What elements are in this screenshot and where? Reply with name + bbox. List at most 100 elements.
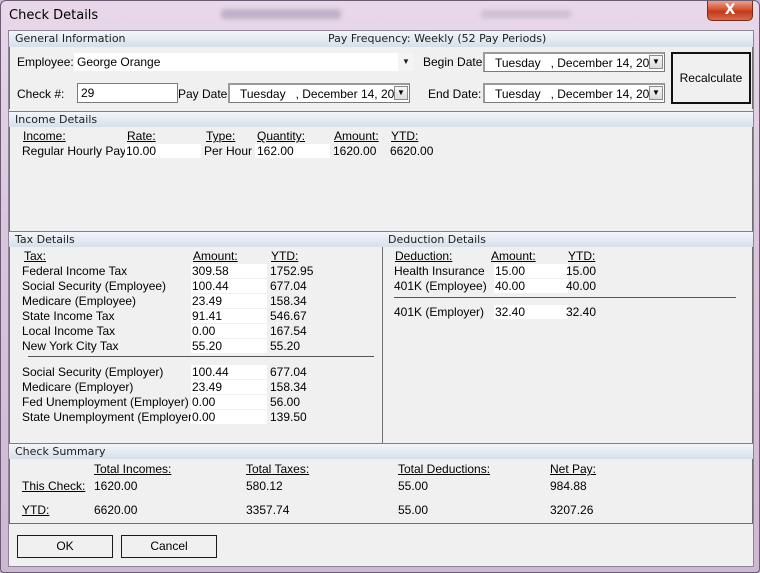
check-summary-header: Check Summary (9, 443, 753, 459)
tax-name: Federal Income Tax (22, 264, 128, 278)
this-check-label: This Check: (22, 479, 86, 493)
income-details-header: Income Details (9, 111, 753, 127)
window-title: Check Details (9, 8, 99, 23)
employee-label: Employee: (17, 55, 74, 69)
summary-col-total-taxes: Total Taxes: (246, 462, 310, 476)
summary-col-net-pay: Net Pay: (550, 462, 597, 476)
begin-date-label: Begin Date: (423, 55, 486, 69)
check-details-window: Check Details X General Information Pay … (0, 0, 760, 573)
check-summary-body: Total Incomes: Total Taxes: Total Deduct… (9, 459, 753, 524)
close-button[interactable]: X (707, 1, 753, 21)
deduction-col-deduction: Deduction: (395, 249, 453, 263)
amount-value: 40.00 (495, 279, 526, 293)
begin-date-picker[interactable]: Tuesday , December 14, 2010 ▼ (483, 52, 665, 72)
ytd-net-pay: 3207.26 (550, 503, 594, 517)
income-details-title: Income Details (15, 113, 98, 126)
summary-col-total-deductions: Total Deductions: (398, 462, 491, 476)
income-rate: 10.00 (126, 144, 157, 158)
amount-value: 55.20 (192, 339, 223, 353)
tax-separator (28, 356, 374, 357)
income-col-type: Type: (206, 129, 236, 143)
pay-date-label: Pay Date: (178, 87, 231, 101)
amount-value: 100.44 (192, 365, 229, 379)
tax-name: State Income Tax (22, 309, 115, 323)
income-quantity: 162.00 (257, 144, 294, 158)
amount-value: 91.41 (192, 309, 223, 323)
this-check-total-deductions: 55.00 (398, 479, 429, 493)
amount-value: 100.44 (192, 279, 229, 293)
income-col-amount: Amount: (334, 129, 379, 143)
end-date-label: End Date: (428, 87, 482, 101)
ytd-total-deductions: 55.00 (398, 503, 429, 517)
income-col-rate: Rate: (127, 129, 156, 143)
ytd-value: 677.04 (270, 279, 307, 293)
check-number-input[interactable]: 29 (77, 83, 178, 103)
general-info-title: General Information (15, 32, 126, 45)
close-icon: X (724, 2, 736, 18)
ytd-value: 158.34 (270, 294, 307, 308)
tax-deduction-body: Tax: Amount: YTD: Federal Income Tax 309.… (9, 247, 753, 443)
summary-col-total-incomes: Total Incomes: (94, 462, 172, 476)
amount-value: 0.00 (192, 324, 216, 338)
pay-frequency-text: Pay Frequency: Weekly (52 Pay Periods) (328, 32, 547, 45)
check-number-label: Check #: (17, 87, 65, 101)
general-info-header: General Information Pay Frequency: Weekl… (9, 31, 753, 47)
check-number-value: 29 (81, 86, 95, 100)
deduction-details-title: Deduction Details (388, 233, 486, 246)
tax-name: Medicare (Employee) (22, 294, 137, 308)
ytd-value: 1752.95 (270, 264, 314, 278)
cancel-button[interactable]: Cancel (121, 535, 217, 558)
tax-name: New York City Tax (22, 339, 119, 353)
this-check-total-taxes: 580.12 (246, 479, 283, 493)
amount-value: 309.58 (192, 264, 229, 278)
tax-name: Social Security (Employee) (22, 279, 167, 293)
deduction-col-ytd: YTD: (568, 249, 596, 263)
ytd-value: 158.34 (270, 380, 307, 394)
ytd-value: 56.00 (270, 395, 301, 409)
chevron-down-icon[interactable]: ▼ (649, 86, 663, 100)
dialog-client-area: General Information Pay Frequency: Weekl… (8, 30, 754, 567)
tax-details-title: Tax Details (15, 233, 75, 246)
deduction-name: 401K (Employer) (394, 305, 485, 319)
title-bar[interactable]: Check Details X (1, 1, 759, 29)
check-summary-title: Check Summary (15, 445, 106, 458)
amount-value: 0.00 (192, 410, 216, 424)
recalculate-button[interactable]: Recalculate (671, 52, 751, 104)
income-name: Regular Hourly Pay (22, 144, 127, 158)
ytd-total-incomes: 6620.00 (94, 503, 138, 517)
end-date-value: Tuesday , December 14, 2010 (495, 87, 663, 101)
ytd-value: 546.67 (270, 309, 307, 323)
ok-label: OK (56, 539, 74, 553)
ytd-value: 32.40 (566, 305, 597, 319)
this-check-total-incomes: 1620.00 (94, 479, 138, 493)
income-ytd: 6620.00 (390, 144, 434, 158)
begin-date-value: Tuesday , December 14, 2010 (495, 56, 663, 70)
income-details-body: Income: Rate: Type: Quantity: Amount: YT… (9, 127, 753, 231)
end-date-picker[interactable]: Tuesday , December 14, 2010 ▼ (483, 83, 665, 103)
column-divider (382, 247, 383, 443)
tax-name: State Unemployment (Employer) (22, 410, 197, 424)
income-col-quantity: Quantity: (257, 129, 306, 143)
amount-value: 23.49 (192, 380, 223, 394)
income-type: Per Hour (204, 144, 253, 158)
employee-select[interactable]: George Orange ▼ (74, 53, 414, 71)
general-info-body: Employee: George Orange ▼ Begin Date: Tu… (9, 47, 753, 109)
tax-name: Fed Unemployment (Employer) (22, 395, 189, 409)
employee-value: George Orange (77, 55, 161, 69)
ytd-label: YTD: (22, 503, 50, 517)
background-window-ghost (481, 10, 571, 18)
chevron-down-icon[interactable]: ▼ (398, 53, 414, 71)
pay-date-picker[interactable]: Tuesday , December 14, 2010 ▼ (228, 83, 410, 103)
ytd-value: 167.54 (270, 324, 307, 338)
recalculate-label: Recalculate (679, 71, 743, 85)
amount-value: 15.00 (495, 264, 526, 278)
income-col-ytd: YTD: (391, 129, 419, 143)
chevron-down-icon[interactable]: ▼ (649, 55, 663, 69)
tax-name: Social Security (Employer) (22, 365, 164, 379)
tax-name: Medicare (Employer) (22, 380, 134, 394)
ok-button[interactable]: OK (17, 535, 113, 558)
pay-date-value: Tuesday , December 14, 2010 (240, 87, 408, 101)
ytd-value: 15.00 (566, 264, 597, 278)
chevron-down-icon[interactable]: ▼ (394, 86, 408, 100)
income-amount: 1620.00 (333, 144, 377, 158)
